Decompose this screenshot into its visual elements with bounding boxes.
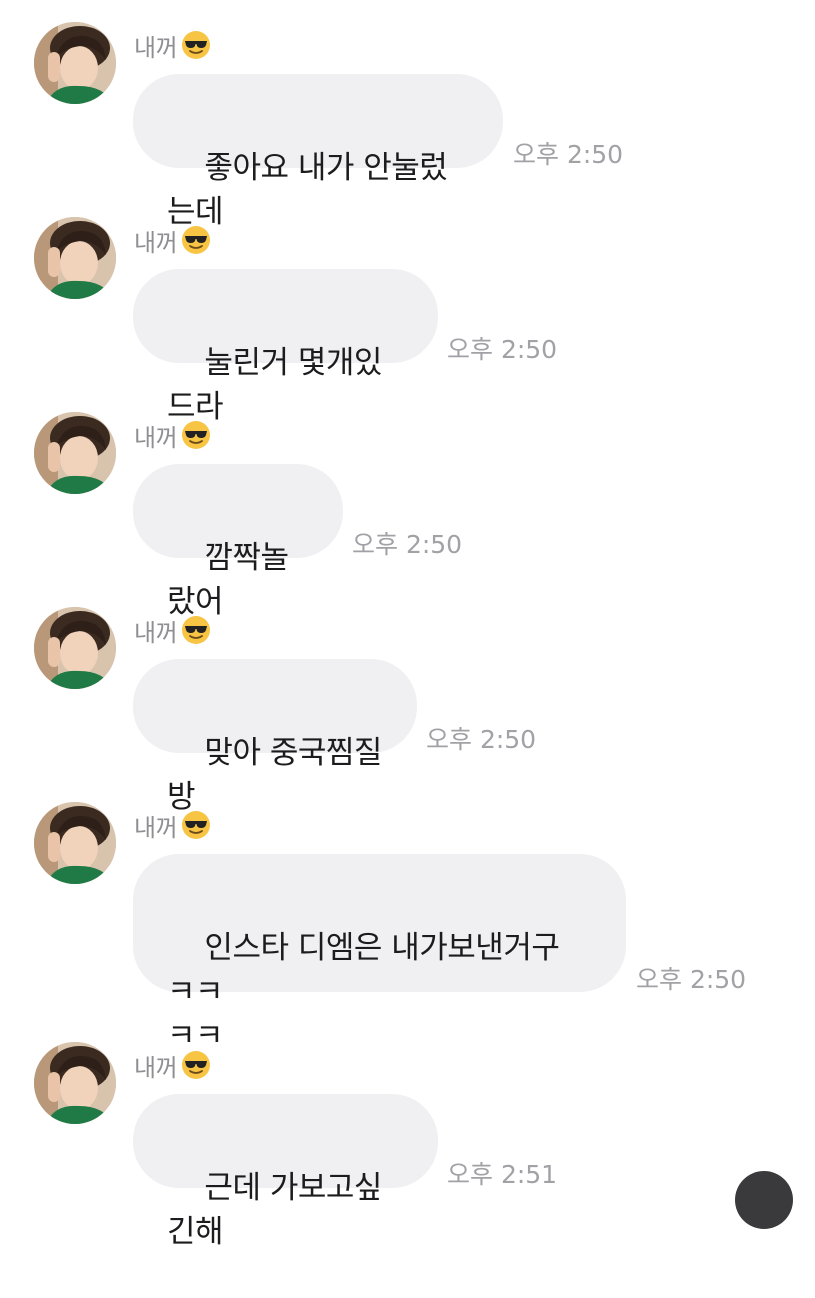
message-text: 맞아 중국찜질방	[167, 735, 382, 815]
message-bubble[interactable]: 좋아요 내가 안눌렀는데	[133, 74, 503, 230]
message-text: 깜짝놀랐어	[167, 540, 289, 620]
avatar[interactable]	[34, 1042, 116, 1124]
message-time: 오후 2:50	[426, 725, 537, 754]
avatar-photo	[34, 412, 116, 494]
sender-label: 내꺼	[134, 423, 178, 452]
message-bubble[interactable]: 눌린거 몇개있드라	[133, 269, 438, 425]
message-bubble[interactable]: 깜짝놀랐어	[133, 464, 343, 620]
message-text: 좋아요 내가 안눌렀는데	[167, 150, 448, 230]
avatar-photo	[34, 607, 116, 689]
avatar[interactable]	[34, 217, 116, 299]
avatar[interactable]	[34, 607, 116, 689]
sunglasses-emoji-icon	[182, 226, 211, 254]
message-time: 오후 2:50	[513, 140, 624, 169]
message-time: 오후 2:50	[352, 530, 463, 559]
sender-name: 내꺼	[134, 808, 211, 842]
message-time: 오후 2:50	[636, 965, 747, 994]
sunglasses-emoji-icon	[182, 31, 211, 59]
avatar[interactable]	[34, 22, 116, 104]
sender-name: 내꺼	[134, 418, 211, 452]
sender-label: 내꺼	[134, 228, 178, 257]
message-time: 오후 2:51	[447, 1160, 558, 1189]
sender-label: 내꺼	[134, 813, 178, 842]
sender-label: 내꺼	[134, 618, 178, 647]
avatar[interactable]	[34, 802, 116, 884]
sender-label: 내꺼	[134, 33, 178, 62]
sunglasses-emoji-icon	[182, 811, 211, 839]
scroll-to-bottom-button[interactable]	[735, 1171, 793, 1229]
sunglasses-emoji-icon	[182, 616, 211, 644]
message-text: 눌린거 몇개있드라	[167, 345, 382, 425]
sender-name: 내꺼	[134, 28, 211, 62]
message-text: 근데 가보고싶긴해	[167, 1170, 382, 1250]
avatar-photo	[34, 1042, 116, 1124]
message-bubble[interactable]: 맞아 중국찜질방	[133, 659, 417, 815]
sunglasses-emoji-icon	[182, 421, 211, 449]
avatar[interactable]	[34, 412, 116, 494]
message-bubble[interactable]: 근데 가보고싶긴해	[133, 1094, 438, 1250]
avatar-photo	[34, 22, 116, 104]
message-text: 인스타 디엠은 내가보낸거구 ㅋㅋ ㅋㅋ	[167, 930, 560, 1054]
message-time: 오후 2:50	[447, 335, 558, 364]
message-bubble[interactable]: 인스타 디엠은 내가보낸거구 ㅋㅋ ㅋㅋ	[133, 854, 626, 1054]
sender-label: 내꺼	[134, 1053, 178, 1082]
avatar-photo	[34, 802, 116, 884]
sunglasses-emoji-icon	[182, 1051, 211, 1079]
sender-name: 내꺼	[134, 223, 211, 257]
sender-name: 내꺼	[134, 1048, 211, 1082]
avatar-photo	[34, 217, 116, 299]
sender-name: 내꺼	[134, 613, 211, 647]
